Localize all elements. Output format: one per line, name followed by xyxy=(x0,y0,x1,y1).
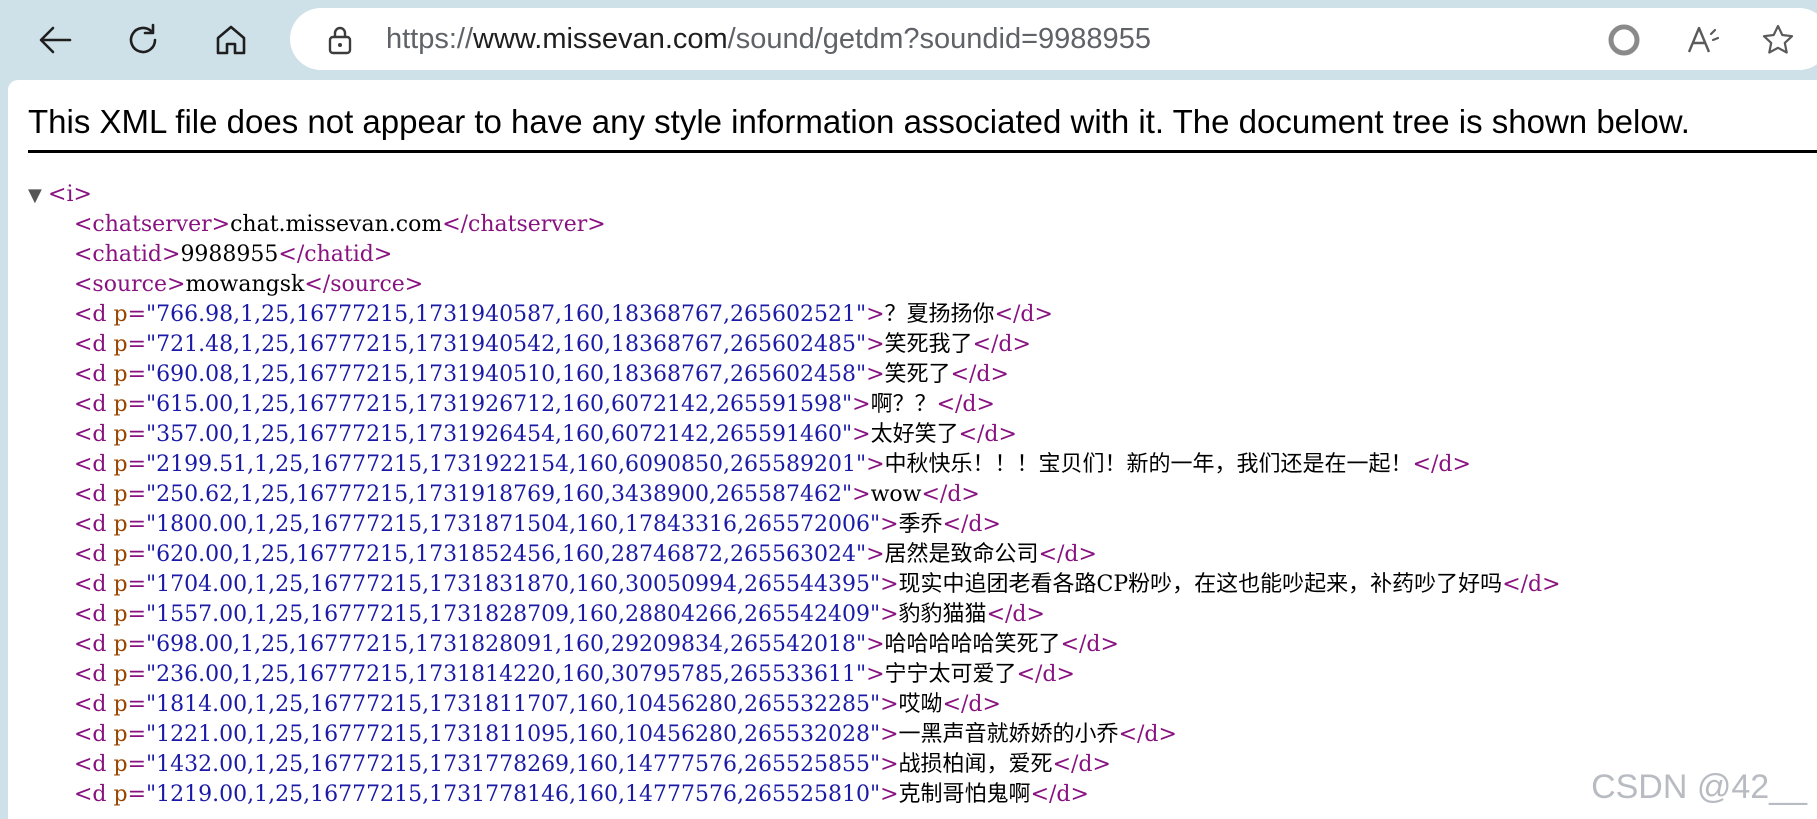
danmaku-p-value: 1800.00,1,25,16777215,1731871504,160,178… xyxy=(156,512,870,537)
page-content: This XML file does not appear to have an… xyxy=(8,80,1817,819)
danmaku-row: <d p="1814.00,1,25,16777215,1731811707,1… xyxy=(74,692,1001,717)
back-button[interactable] xyxy=(27,14,83,66)
danmaku-row: <d p="1704.00,1,25,16777215,1731831870,1… xyxy=(74,572,1561,597)
address-bar[interactable]: https://www.missevan.com/sound/getdm?sou… xyxy=(290,8,1817,70)
chatserver-value: chat.missevan.com xyxy=(230,212,443,237)
danmaku-p-value: 1704.00,1,25,16777215,1731831870,160,300… xyxy=(156,572,870,597)
danmaku-text: 太好笑了 xyxy=(870,422,959,447)
danmaku-list: <d p="766.98,1,25,16777215,1731940587,16… xyxy=(28,300,1561,810)
refresh-button[interactable] xyxy=(115,14,171,66)
danmaku-p-value: 1221.00,1,25,16777215,1731811095,160,104… xyxy=(156,722,870,747)
danmaku-text: wow xyxy=(870,482,922,507)
danmaku-text: 战损柏闻，爱死 xyxy=(898,752,1053,777)
danmaku-text: 现实中追团老看各路CP粉吵，在这也能吵起来，补药吵了好吗 xyxy=(898,572,1503,597)
danmaku-p-value: 615.00,1,25,16777215,1731926712,160,6072… xyxy=(156,392,842,417)
danmaku-row: <d p="766.98,1,25,16777215,1731940587,16… xyxy=(74,302,1053,327)
danmaku-p-value: 1432.00,1,25,16777215,1731778269,160,147… xyxy=(156,752,870,777)
danmaku-row: <d p="721.48,1,25,16777215,1731940542,16… xyxy=(74,332,1031,357)
danmaku-row: <d p="615.00,1,25,16777215,1731926712,16… xyxy=(74,392,995,417)
collapse-triangle-icon[interactable]: ▼ xyxy=(28,181,48,211)
danmaku-text: 克制哥怕鬼啊 xyxy=(898,782,1031,807)
danmaku-text: 宁宁太可爱了 xyxy=(884,662,1017,687)
danmaku-p-value: 698.00,1,25,16777215,1731828091,160,2920… xyxy=(156,632,856,657)
favorite-star-icon[interactable] xyxy=(1760,22,1796,58)
root-open-row: ▼ <i> xyxy=(28,180,1561,210)
danmaku-row: <d p="620.00,1,25,16777215,1731852456,16… xyxy=(74,542,1097,567)
danmaku-p-value: 766.98,1,25,16777215,1731940587,160,1836… xyxy=(156,302,856,327)
back-arrow-icon xyxy=(39,26,72,54)
chatid-row: <chatid>9988955</chatid> xyxy=(74,242,393,267)
danmaku-p-value: 236.00,1,25,16777215,1731814220,160,3079… xyxy=(156,662,856,687)
danmaku-row: <d p="1432.00,1,25,16777215,1731778269,1… xyxy=(74,752,1111,777)
csdn-watermark: CSDN @42__ xyxy=(1591,768,1807,806)
danmaku-row: <d p="1221.00,1,25,16777215,1731811095,1… xyxy=(74,722,1177,747)
source-value: mowangsk xyxy=(185,272,305,297)
xml-tree: ▼ <i> <chatserver>chat.missevan.com</chat… xyxy=(28,180,1561,810)
url-host: www.missevan.com xyxy=(473,23,728,55)
browser-toolbar: https://www.missevan.com/sound/getdm?sou… xyxy=(0,0,1817,78)
home-icon xyxy=(216,25,246,55)
danmaku-row: <d p="1219.00,1,25,16777215,1731778146,1… xyxy=(74,782,1089,807)
danmaku-text: ？夏扬扬你 xyxy=(884,302,995,327)
read-aloud-icon[interactable] xyxy=(1685,22,1721,58)
danmaku-text: 居然是致命公司 xyxy=(884,542,1039,567)
chatid-value: 9988955 xyxy=(180,242,279,267)
url-scheme: https:// xyxy=(386,23,474,55)
danmaku-text: 哈哈哈哈哈笑死了 xyxy=(884,632,1061,657)
danmaku-text: 一黑声音就娇娇的小乔 xyxy=(898,722,1119,747)
danmaku-p-value: 1557.00,1,25,16777215,1731828709,160,288… xyxy=(156,602,870,627)
danmaku-p-value: 620.00,1,25,16777215,1731852456,160,2874… xyxy=(156,542,856,567)
danmaku-row: <d p="236.00,1,25,16777215,1731814220,16… xyxy=(74,662,1075,687)
danmaku-text: 中秋快乐！！！宝贝们！新的一年，我们还是在一起！ xyxy=(884,452,1413,477)
danmaku-text: 豹豹猫猫 xyxy=(898,602,987,627)
danmaku-text: 笑死了 xyxy=(884,362,951,387)
root-open-tag: <i> xyxy=(48,182,92,207)
danmaku-text: 笑死我了 xyxy=(884,332,973,357)
chatserver-row: <chatserver>chat.missevan.com</chatserve… xyxy=(74,212,606,237)
danmaku-row: <d p="698.00,1,25,16777215,1731828091,16… xyxy=(74,632,1119,657)
home-button[interactable] xyxy=(203,14,259,66)
edge-refresh-icon[interactable] xyxy=(1606,22,1642,58)
lock-icon[interactable] xyxy=(326,25,354,55)
danmaku-p-value: 721.48,1,25,16777215,1731940542,160,1836… xyxy=(156,332,856,357)
danmaku-p-value: 2199.51,1,25,16777215,1731922154,160,609… xyxy=(156,452,856,477)
danmaku-row: <d p="250.62,1,25,16777215,1731918769,16… xyxy=(74,482,980,507)
danmaku-row: <d p="357.00,1,25,16777215,1731926454,16… xyxy=(74,422,1017,447)
refresh-icon xyxy=(129,23,157,54)
danmaku-row: <d p="690.08,1,25,16777215,1731940510,16… xyxy=(74,362,1009,387)
danmaku-row: <d p="1800.00,1,25,16777215,1731871504,1… xyxy=(74,512,1001,537)
danmaku-p-value: 1219.00,1,25,16777215,1731778146,160,147… xyxy=(156,782,870,807)
danmaku-p-value: 250.62,1,25,16777215,1731918769,160,3438… xyxy=(156,482,842,507)
url-text[interactable]: https://www.missevan.com/sound/getdm?sou… xyxy=(386,21,1151,57)
danmaku-p-value: 690.08,1,25,16777215,1731940510,160,1836… xyxy=(156,362,856,387)
danmaku-row: <d p="2199.51,1,25,16777215,1731922154,1… xyxy=(74,452,1471,477)
url-path: /sound/getdm?soundid=9988955 xyxy=(727,23,1151,55)
xml-style-notice: This XML file does not appear to have an… xyxy=(28,102,1817,153)
danmaku-p-value: 357.00,1,25,16777215,1731926454,160,6072… xyxy=(156,422,842,447)
danmaku-row: <d p="1557.00,1,25,16777215,1731828709,1… xyxy=(74,602,1045,627)
danmaku-text: 啊？？ xyxy=(870,392,937,417)
danmaku-text: 哎呦 xyxy=(898,692,943,717)
danmaku-text: 季乔 xyxy=(898,512,943,537)
source-row: <source>mowangsk</source> xyxy=(74,272,424,297)
danmaku-p-value: 1814.00,1,25,16777215,1731811707,160,104… xyxy=(156,692,870,717)
